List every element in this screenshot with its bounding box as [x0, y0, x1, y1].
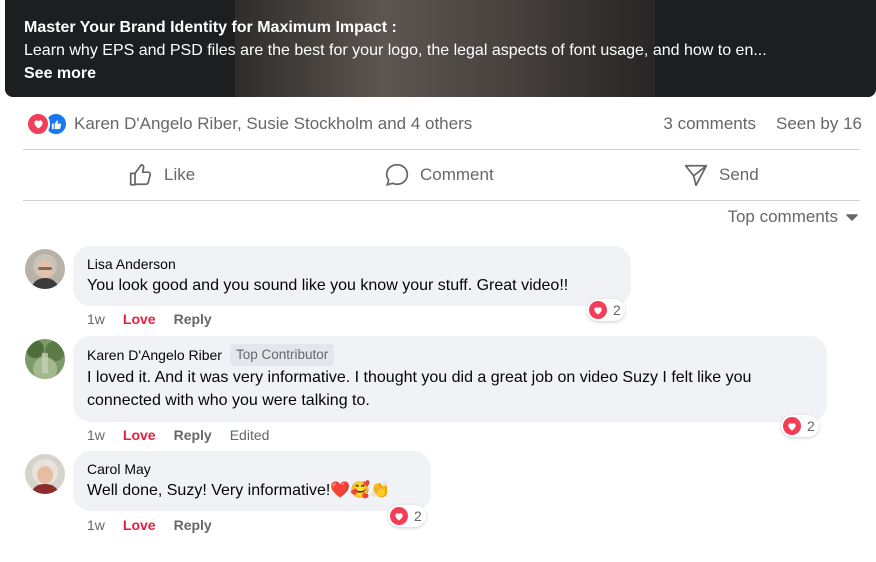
comment-reaction-count[interactable]: 2 [781, 415, 819, 437]
edited-label[interactable]: Edited [230, 427, 270, 443]
comment-label: Comment [420, 165, 494, 184]
commenter-name[interactable]: Carol May [87, 459, 151, 479]
comment-time[interactable]: 1w [87, 517, 105, 533]
see-more-link[interactable]: See more [24, 65, 96, 82]
comment-reaction-count[interactable]: 2 [587, 299, 625, 321]
comment-time[interactable]: 1w [87, 311, 105, 327]
comment-text: Well done, Suzy! Very informative!❤️🥰👏 [87, 482, 391, 499]
comment-time[interactable]: 1w [87, 427, 105, 443]
reaction-icons[interactable] [26, 112, 68, 136]
comment-bubble: Lisa Anderson You look good and you soun… [73, 246, 631, 306]
avatar[interactable] [25, 454, 65, 494]
love-reaction-icon [390, 507, 408, 525]
commenter-name[interactable]: Lisa Anderson [87, 254, 176, 274]
reply-button[interactable]: Reply [174, 427, 212, 443]
divider [23, 149, 860, 150]
love-reaction-icon [783, 417, 801, 435]
like-label: Like [164, 165, 196, 184]
comment-actions: 1w Love Reply [87, 311, 212, 327]
post-caption: Master Your Brand Identity for Maximum I… [24, 16, 784, 85]
reply-button[interactable]: Reply [174, 517, 212, 533]
comment-bubble: Carol May Well done, Suzy! Very informat… [73, 451, 431, 511]
sort-label: Top comments [727, 207, 838, 226]
comment-actions: 1w Love Reply Edited [87, 427, 269, 443]
divider [23, 200, 860, 201]
post-title: Master Your Brand Identity for Maximum I… [24, 19, 397, 36]
reactions-summary: Karen D'Angelo Riber, Susie Stockholm an… [26, 110, 862, 138]
like-button[interactable]: Like [128, 162, 195, 188]
love-reaction-icon [589, 301, 607, 319]
avatar[interactable] [25, 249, 65, 289]
top-contributor-badge[interactable]: Top Contributor [229, 344, 335, 366]
seen-by[interactable]: Seen by 16 [776, 114, 862, 134]
caret-down-icon [846, 207, 858, 227]
avatar[interactable] [25, 339, 65, 379]
comment-bubble: Karen D'Angelo Riber Top Contributor I l… [73, 336, 827, 422]
comments-count[interactable]: 3 comments [663, 114, 756, 134]
thumbs-up-icon [128, 162, 154, 188]
love-button[interactable]: Love [123, 311, 156, 327]
post-description: Learn why EPS and PSD files are the best… [24, 42, 767, 82]
comment-reaction-count[interactable]: 2 [388, 505, 426, 527]
video-banner[interactable]: Master Your Brand Identity for Maximum I… [5, 0, 876, 97]
reply-button[interactable]: Reply [174, 311, 212, 327]
comment-actions: 1w Love Reply [87, 517, 212, 533]
send-button[interactable]: Send [683, 162, 759, 188]
love-button[interactable]: Love [123, 517, 156, 533]
send-icon [683, 162, 709, 188]
sort-comments-dropdown[interactable]: Top comments [727, 207, 858, 227]
comment-button[interactable]: Comment [384, 162, 494, 188]
reaction-names[interactable]: Karen D'Angelo Riber, Susie Stockholm an… [74, 114, 472, 134]
commenter-name[interactable]: Karen D'Angelo Riber [87, 345, 222, 365]
comment-bubble-icon [384, 162, 410, 188]
love-reaction-icon [26, 112, 50, 136]
comment-text: You look good and you sound like you kno… [87, 277, 569, 294]
post-actions: Like Comment Send [23, 151, 860, 199]
comment-text: I loved it. And it was very informative.… [87, 369, 752, 409]
send-label: Send [719, 165, 759, 184]
love-button[interactable]: Love [123, 427, 156, 443]
